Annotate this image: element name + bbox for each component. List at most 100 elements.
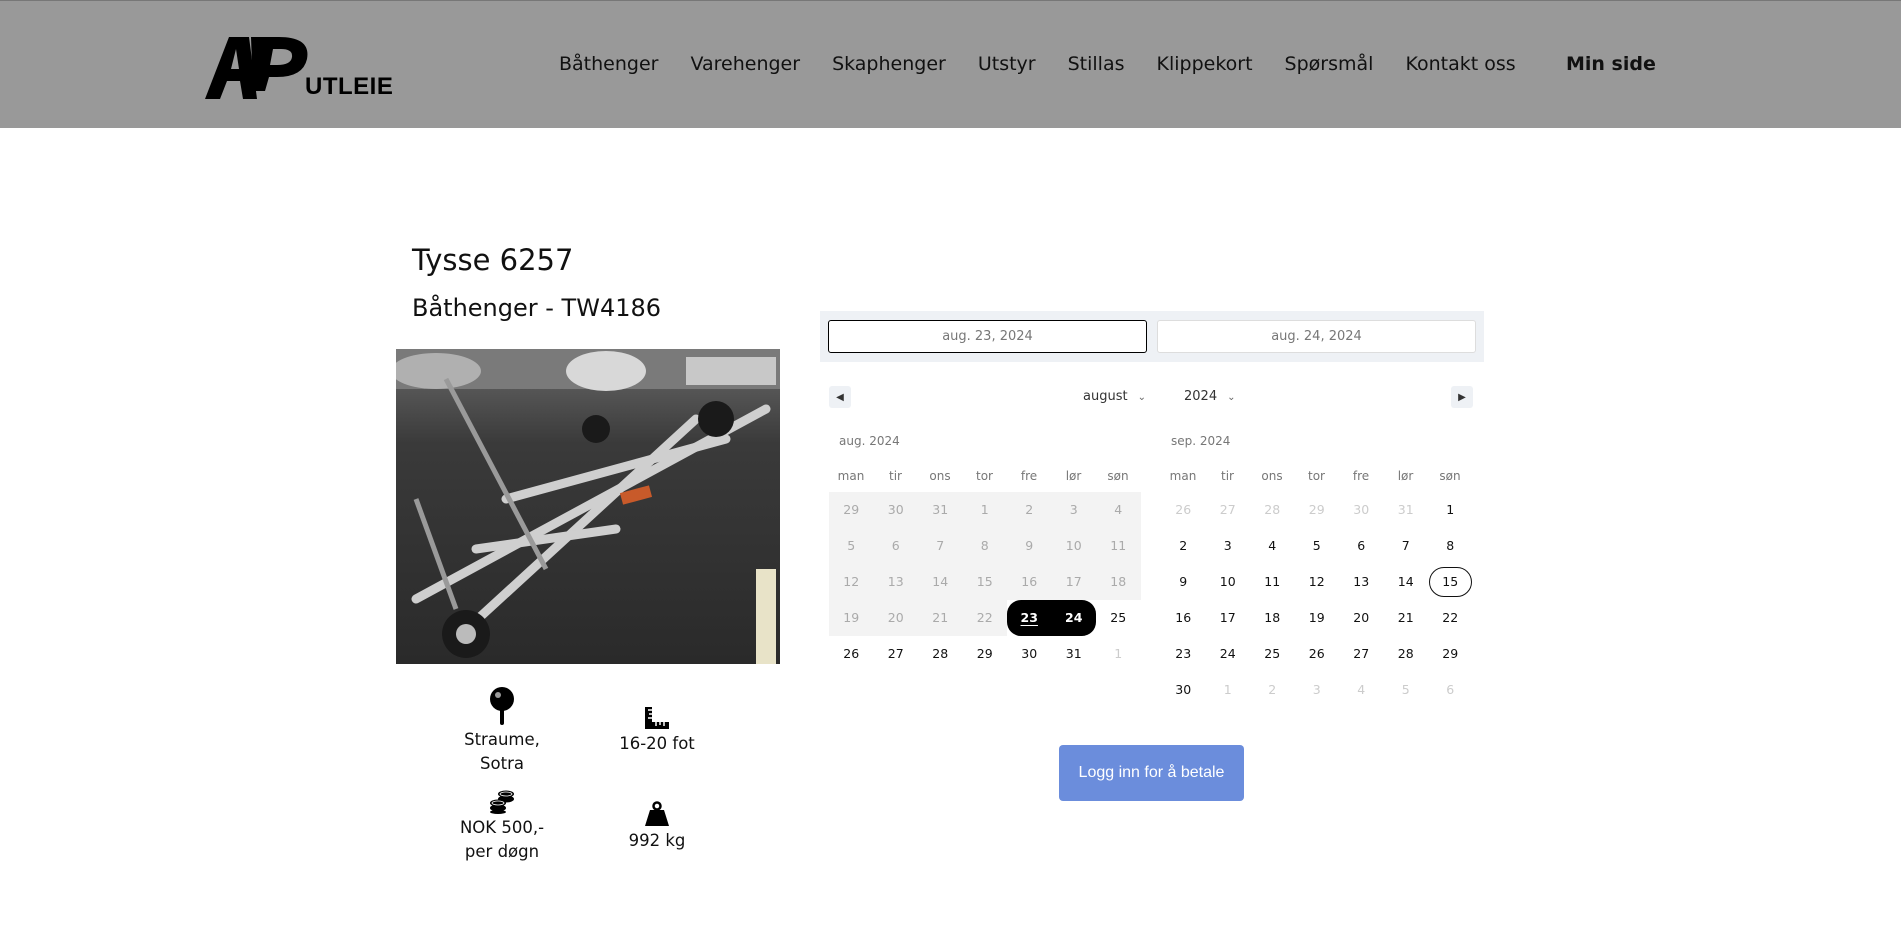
nav-item-skaphenger[interactable]: Skaphenger (832, 53, 946, 75)
calendar-day[interactable]: 4 (1339, 672, 1384, 708)
calendar-day[interactable]: 28 (1250, 492, 1295, 528)
calendar-day[interactable]: 28 (1384, 636, 1429, 672)
nav-item-sporsmal[interactable]: Spørsmål (1285, 53, 1374, 75)
calendar-day[interactable]: 12 (829, 564, 874, 600)
calendar-day[interactable]: 26 (829, 636, 874, 672)
year-select-value: 2024 (1184, 389, 1218, 404)
calendar-day[interactable]: 31 (918, 492, 963, 528)
min-side-link[interactable]: Min side (1566, 53, 1656, 75)
calendar-day[interactable]: 11 (1096, 528, 1141, 564)
calendar-day[interactable]: 31 (1384, 492, 1429, 528)
calendar-day[interactable]: 4 (1250, 528, 1295, 564)
calendar-day[interactable]: 19 (829, 600, 874, 636)
calendar-day[interactable]: 18 (1250, 600, 1295, 636)
calendar-day[interactable]: 20 (873, 600, 918, 636)
main-nav: Båthenger Varehenger Skaphenger Utstyr S… (559, 53, 1548, 75)
calendar-day[interactable]: 6 (873, 528, 918, 564)
calendar-day[interactable]: 14 (1384, 564, 1429, 600)
calendar-day[interactable]: 8 (962, 528, 1007, 564)
calendar-day[interactable]: 15 (1428, 564, 1473, 600)
calendar-day[interactable]: 13 (1339, 564, 1384, 600)
calendar-day[interactable]: 30 (1161, 672, 1206, 708)
calendar-day[interactable]: 5 (1384, 672, 1429, 708)
calendar-day[interactable]: 23 (1161, 636, 1206, 672)
calendar-day[interactable]: 30 (1339, 492, 1384, 528)
calendar-day[interactable]: 2 (1250, 672, 1295, 708)
calendar-day[interactable]: 2 (1007, 492, 1052, 528)
nav-item-stillas[interactable]: Stillas (1068, 53, 1125, 75)
nav-item-varehenger[interactable]: Varehenger (690, 53, 800, 75)
calendar-day[interactable]: 24 (1051, 600, 1096, 636)
date-range-bar: aug. 23, 2024 aug. 24, 2024 (820, 311, 1484, 362)
calendar-day[interactable]: 28 (918, 636, 963, 672)
calendar-day[interactable]: 10 (1051, 528, 1096, 564)
calendar-day[interactable]: 1 (1206, 672, 1251, 708)
calendar-day[interactable]: 31 (1052, 636, 1097, 672)
calendar-day[interactable]: 25 (1250, 636, 1295, 672)
calendar-day[interactable]: 27 (874, 636, 919, 672)
info-price: NOK 500,- per døgn (432, 790, 572, 864)
calendar-day[interactable]: 7 (1384, 528, 1429, 564)
calendar-day[interactable]: 18 (1096, 564, 1141, 600)
calendar-day[interactable]: 1 (1428, 492, 1473, 528)
calendar-day[interactable]: 21 (1384, 600, 1429, 636)
calendar-day[interactable]: 22 (962, 600, 1007, 636)
calendar-day[interactable]: 16 (1161, 600, 1206, 636)
calendar-day[interactable]: 30 (873, 492, 918, 528)
calendar-day[interactable]: 13 (873, 564, 918, 600)
nav-item-klippekort[interactable]: Klippekort (1157, 53, 1253, 75)
end-date-input[interactable]: aug. 24, 2024 (1157, 320, 1476, 353)
calendar-day[interactable]: 7 (918, 528, 963, 564)
calendar-day[interactable]: 1 (962, 492, 1007, 528)
calendar-day[interactable]: 12 (1295, 564, 1340, 600)
calendar-day[interactable]: 21 (918, 600, 963, 636)
calendar-day[interactable]: 6 (1428, 672, 1473, 708)
right-month-label: sep. 2024 (1171, 434, 1231, 448)
calendar-day[interactable]: 15 (962, 564, 1007, 600)
calendar-day[interactable]: 29 (829, 492, 874, 528)
calendar-day[interactable]: 27 (1339, 636, 1384, 672)
year-select[interactable]: 2024 ⌄ (1184, 389, 1235, 404)
calendar-day[interactable]: 22 (1428, 600, 1473, 636)
calendar-day[interactable]: 16 (1007, 564, 1052, 600)
calendar-day[interactable]: 1 (1096, 636, 1141, 672)
calendar-day[interactable]: 25 (1096, 600, 1141, 636)
start-date-input[interactable]: aug. 23, 2024 (828, 320, 1147, 353)
month-select-value: august (1083, 389, 1128, 404)
calendar-day[interactable]: 30 (1007, 636, 1052, 672)
calendar-day[interactable]: 3 (1206, 528, 1251, 564)
calendar-day[interactable]: 11 (1250, 564, 1295, 600)
prev-month-button[interactable]: ◀ (829, 386, 851, 408)
calendar-day[interactable]: 2 (1161, 528, 1206, 564)
calendar-day[interactable]: 9 (1007, 528, 1052, 564)
calendar-day[interactable]: 8 (1428, 528, 1473, 564)
calendar-day[interactable]: 3 (1295, 672, 1340, 708)
calendar-day[interactable]: 17 (1206, 600, 1251, 636)
nav-item-bathenger[interactable]: Båthenger (559, 53, 658, 75)
calendar-day[interactable]: 5 (1295, 528, 1340, 564)
nav-item-utstyr[interactable]: Utstyr (978, 53, 1036, 75)
calendar-day[interactable]: 19 (1295, 600, 1340, 636)
calendar-day[interactable]: 17 (1051, 564, 1096, 600)
calendar-day[interactable]: 29 (1428, 636, 1473, 672)
calendar-day[interactable]: 5 (829, 528, 874, 564)
next-month-button[interactable]: ▶ (1451, 386, 1473, 408)
calendar-day[interactable]: 20 (1339, 600, 1384, 636)
calendar-day[interactable]: 6 (1339, 528, 1384, 564)
login-to-pay-button[interactable]: Logg inn for å betale (1059, 745, 1244, 801)
calendar-day[interactable]: 10 (1206, 564, 1251, 600)
calendar-day[interactable]: 4 (1096, 492, 1141, 528)
calendar-day[interactable]: 29 (1295, 492, 1340, 528)
calendar-day[interactable]: 24 (1206, 636, 1251, 672)
calendar-day[interactable]: 27 (1206, 492, 1251, 528)
nav-item-kontakt-oss[interactable]: Kontakt oss (1405, 53, 1515, 75)
calendar-day[interactable]: 26 (1161, 492, 1206, 528)
calendar-day[interactable]: 29 (963, 636, 1008, 672)
calendar-day[interactable]: 3 (1051, 492, 1096, 528)
calendar-day[interactable]: 23 (1007, 600, 1052, 636)
calendar-day[interactable]: 26 (1295, 636, 1340, 672)
location-line2: Sotra (480, 754, 524, 773)
calendar-day[interactable]: 9 (1161, 564, 1206, 600)
month-select[interactable]: august ⌄ (1083, 389, 1146, 404)
calendar-day[interactable]: 14 (918, 564, 963, 600)
